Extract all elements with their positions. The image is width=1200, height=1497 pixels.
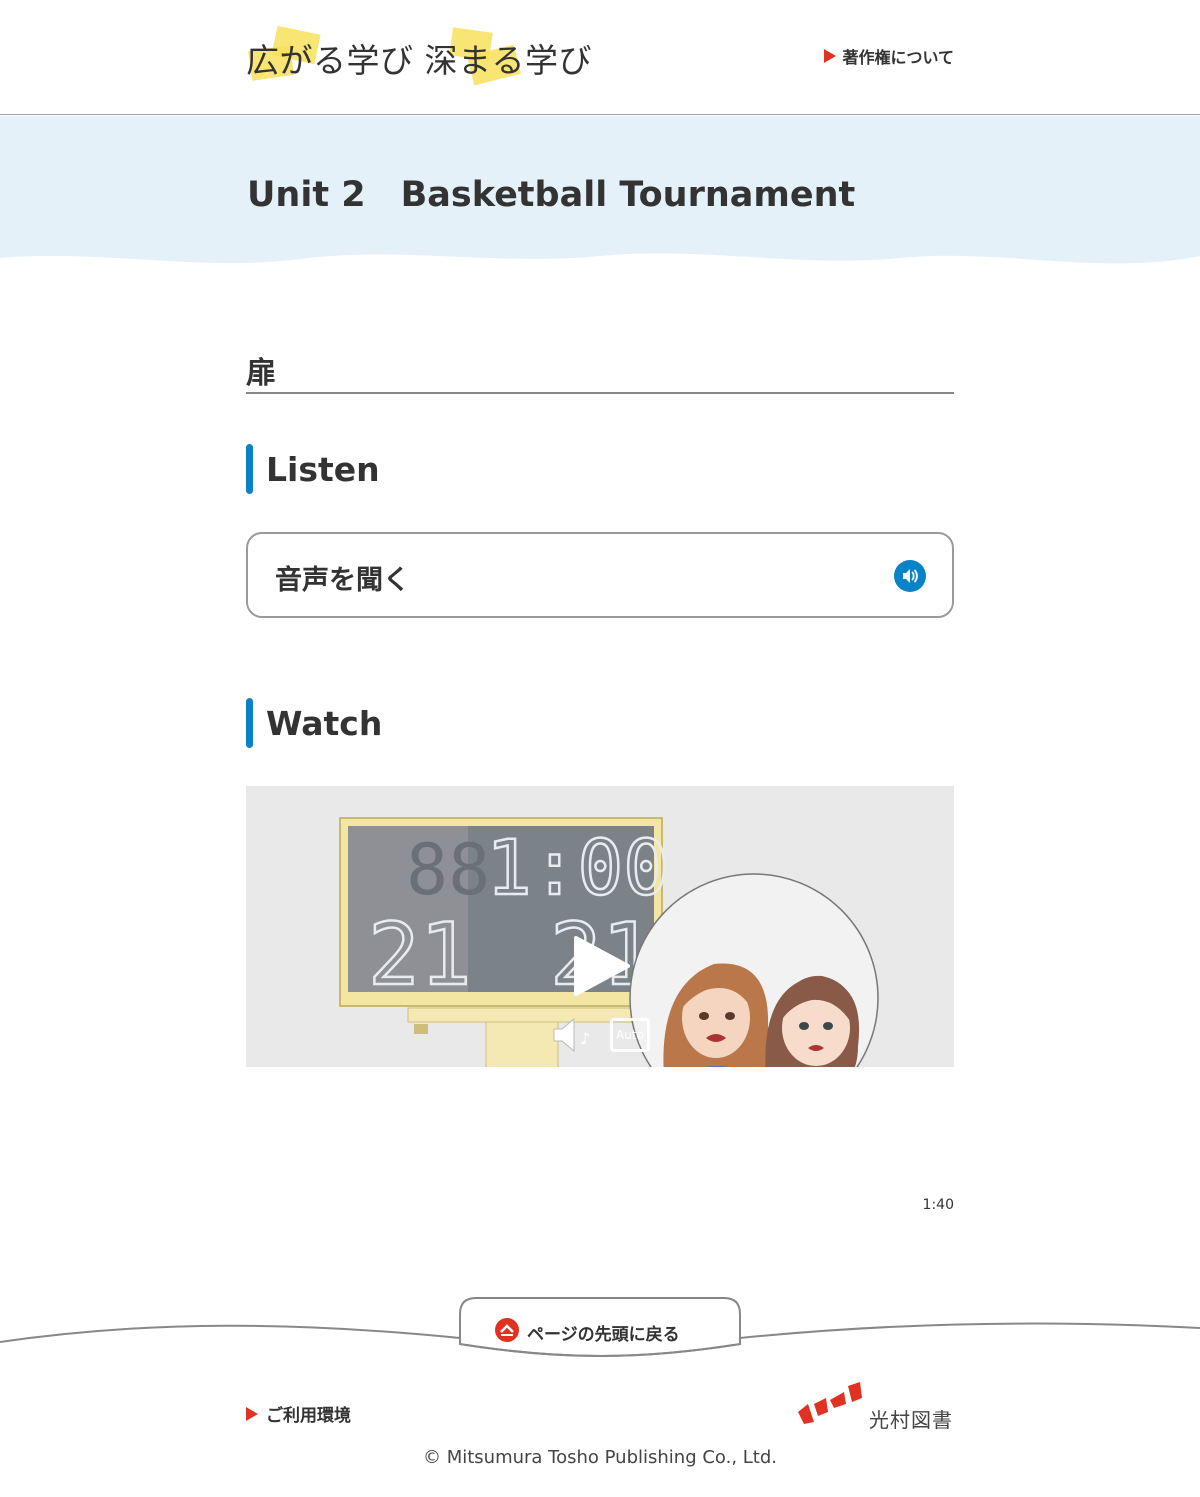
svg-text:88: 88 (406, 829, 490, 911)
unit-title: Unit 2 Basketball Tournament (247, 175, 856, 215)
environment-link-label: ご利用環境 (266, 1406, 351, 1426)
scoreboard-time: 1:00 (486, 823, 669, 912)
volume-icon[interactable]: ♪ (550, 1016, 596, 1054)
publisher-name: 光村図書 (869, 1408, 953, 1432)
triangle-right-icon (246, 1406, 258, 1421)
caption-icon[interactable]: Auto (610, 1018, 650, 1052)
publisher-mark-icon (798, 1382, 862, 1424)
environment-link[interactable]: ご利用環境 (246, 1401, 351, 1426)
scoreboard-score-left: 21 (368, 905, 472, 1005)
watch-heading-text: Watch (266, 703, 383, 743)
listen-heading-text: Listen (266, 449, 380, 489)
video-thumbnail: 88 1:00 21 21 (339, 817, 879, 1067)
heading-accent-bar (246, 698, 253, 748)
logo-text: 広がる学び 深まる学び (246, 41, 592, 80)
footer-copyright: © Mitsumura Tosho Publishing Co., Ltd. (422, 1447, 778, 1468)
listen-audio-button[interactable]: 音声を聞く (246, 532, 954, 618)
speaker-icon (894, 560, 926, 592)
triangle-right-icon (824, 49, 837, 63)
section-heading: 扉 (246, 345, 954, 394)
caption-badge-text: Auto (616, 1028, 644, 1042)
svg-text:♪: ♪ (580, 1029, 590, 1048)
up-arrow-icon (495, 1318, 519, 1342)
video-player[interactable]: 88 1:00 21 21 ♪ Auto (246, 786, 954, 1067)
copyright-link-label: 著作権について (842, 48, 954, 67)
listen-heading: Listen (246, 444, 380, 494)
listen-audio-label: 音声を聞く (275, 565, 410, 596)
site-logo[interactable]: 広がる学び 深まる学び (246, 25, 592, 88)
section-title: 扉 (246, 356, 276, 391)
back-to-top-label: ページの先頭に戻る (527, 1325, 680, 1345)
play-icon[interactable] (572, 934, 632, 998)
video-duration: 1:40 (922, 1197, 954, 1213)
unit-hero-band: Unit 2 Basketball Tournament (0, 116, 1200, 276)
heading-accent-bar (246, 444, 253, 494)
site-header: 広がる学び 深まる学び 著作権について (0, 0, 1200, 115)
copyright-link[interactable]: 著作権について (824, 44, 954, 68)
watch-heading: Watch (246, 698, 382, 748)
